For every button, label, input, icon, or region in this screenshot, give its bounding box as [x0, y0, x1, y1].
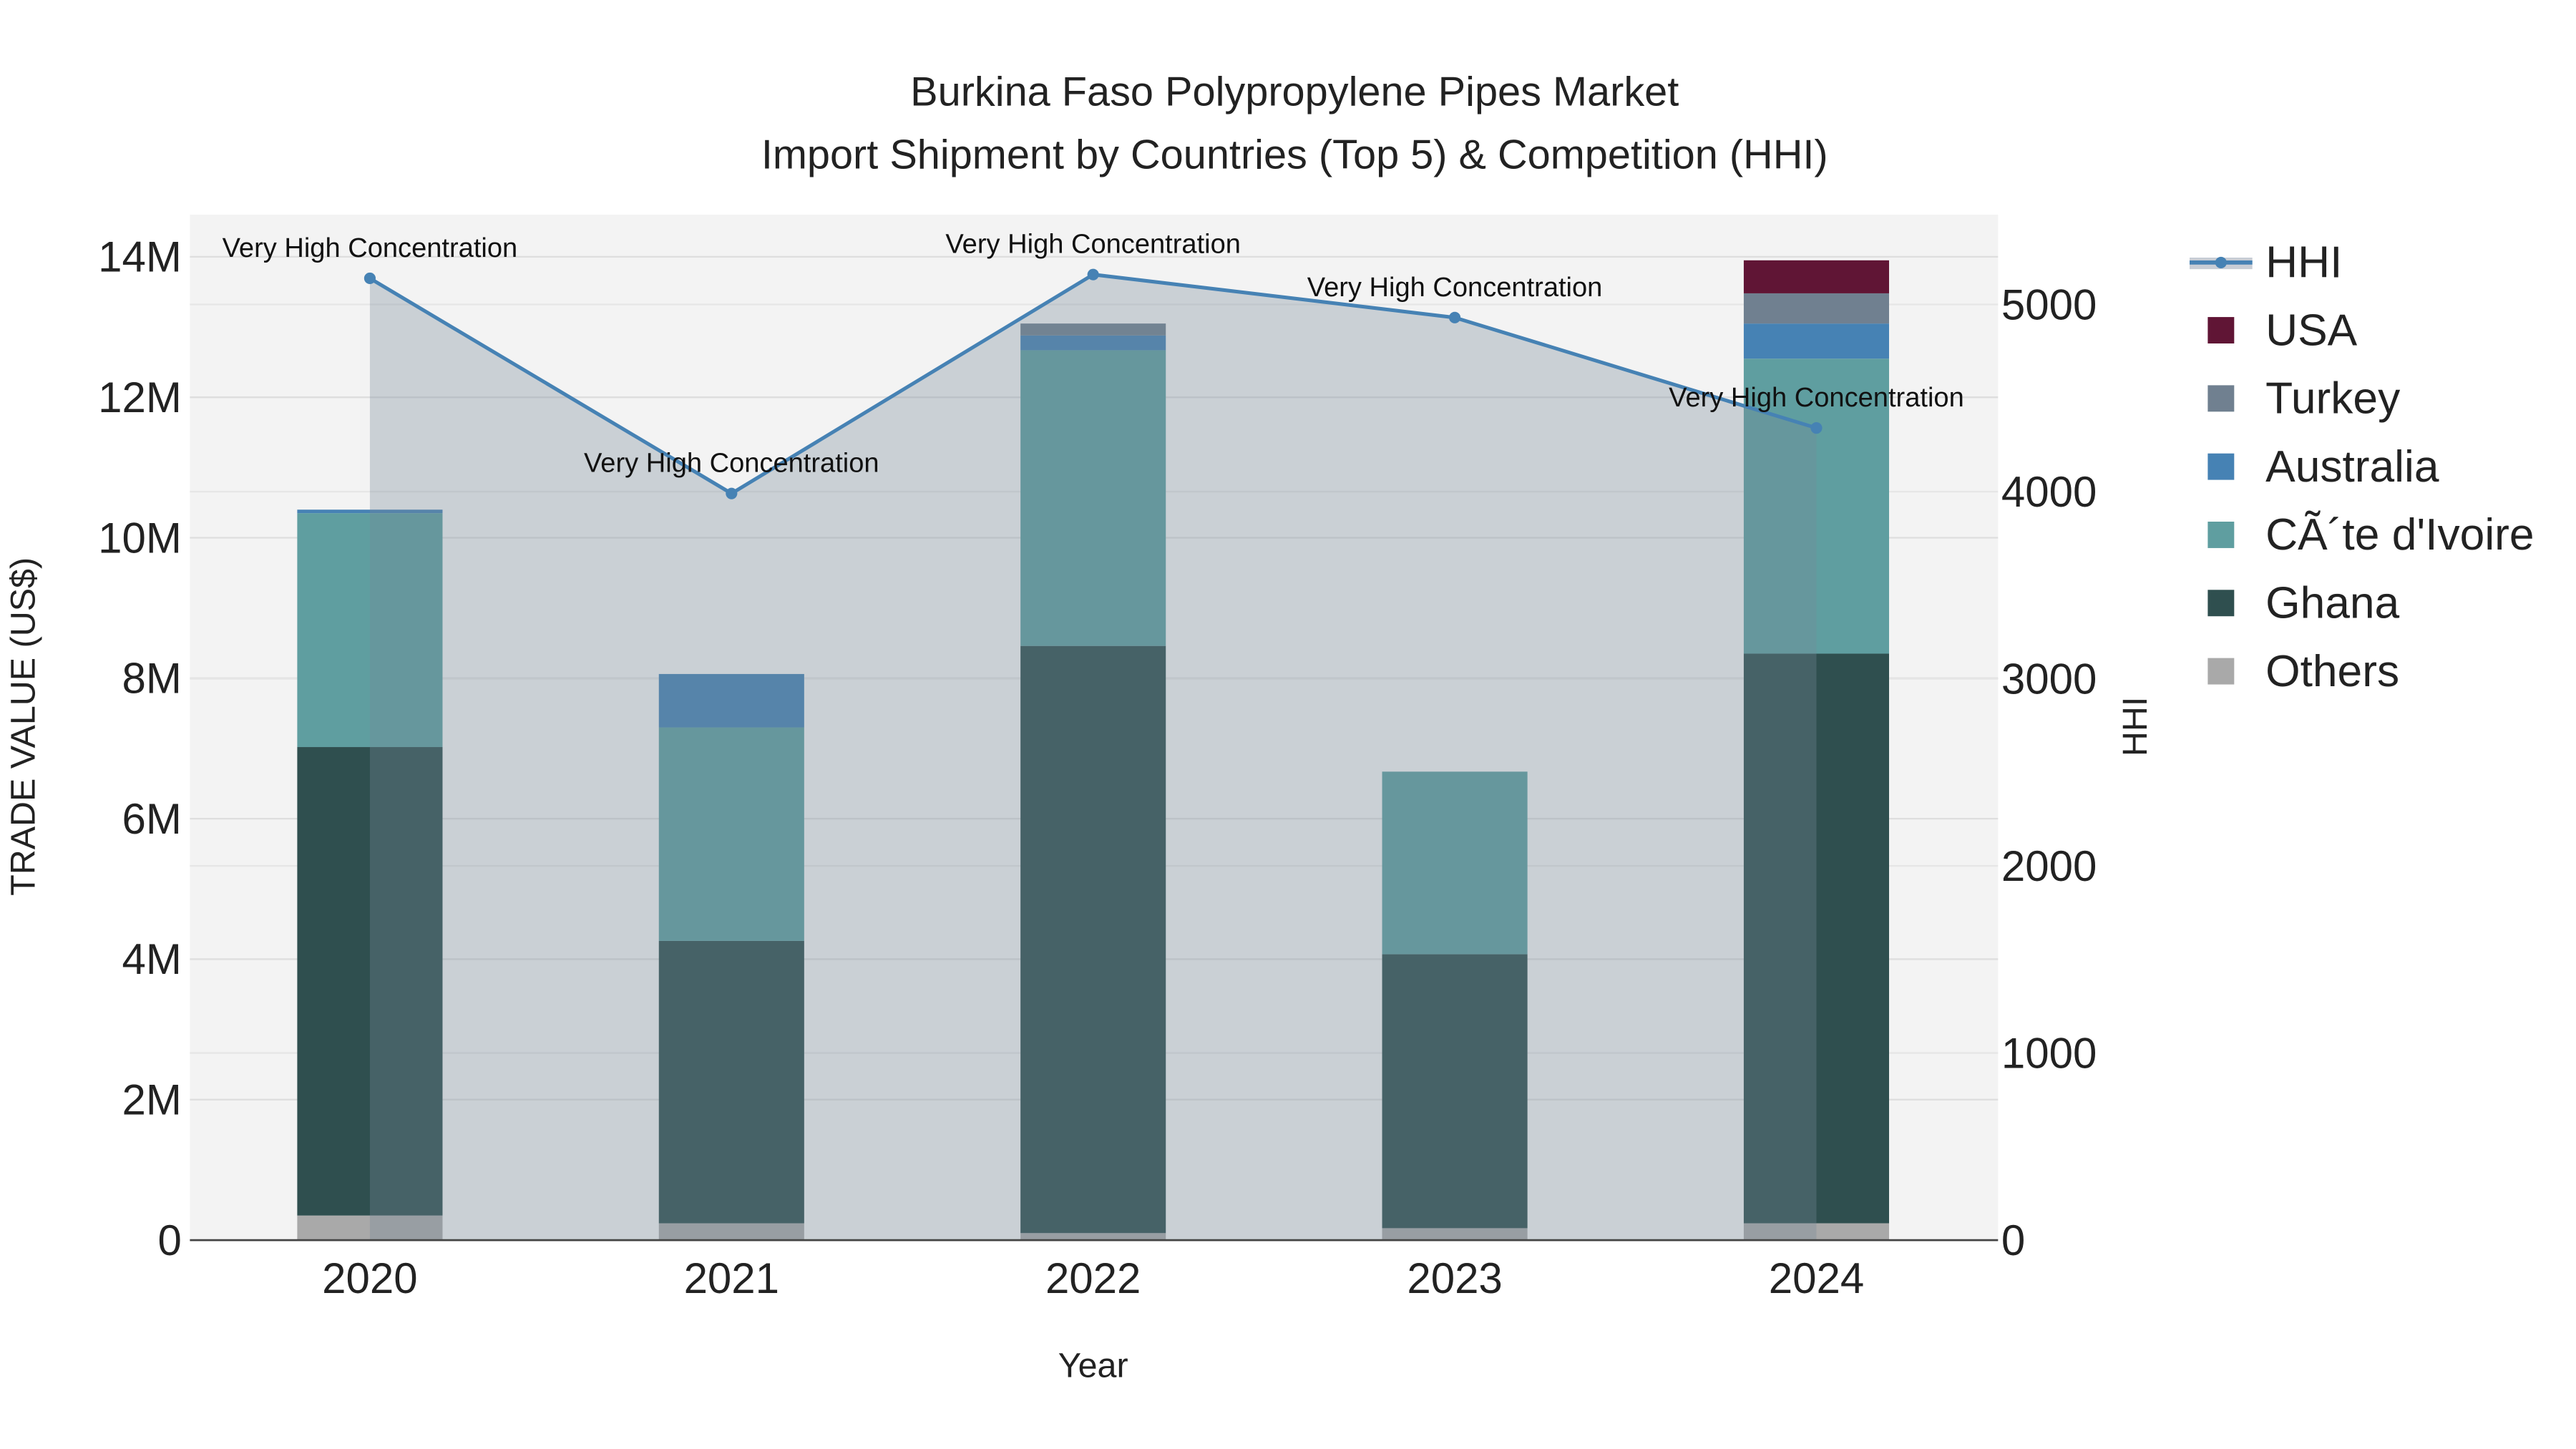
bar-usa-2024 — [1743, 260, 1889, 293]
hhi-point-2023 — [1449, 311, 1461, 323]
legend-label: CÃ´te d'Ivoire — [2265, 509, 2534, 560]
x-tick-label: 2021 — [684, 1254, 779, 1302]
y-tick-label: 2M — [122, 1076, 181, 1124]
y2-tick-label: 5000 — [2001, 280, 2097, 328]
legend-label: USA — [2265, 306, 2358, 355]
legend-label: Ghana — [2265, 579, 2399, 628]
y2-tick-label: 4000 — [2001, 468, 2097, 516]
y-tick-label: 8M — [122, 655, 181, 703]
y-tick-label: 10M — [98, 514, 182, 562]
legend-swatch-icon — [2207, 658, 2235, 685]
chart-title: Burkina Faso Polypropylene Pipes Market — [910, 69, 1679, 115]
y2-tick-label: 3000 — [2001, 655, 2097, 703]
x-tick-label: 2024 — [1769, 1254, 1864, 1302]
legend-swatch-icon — [2207, 522, 2235, 548]
hhi-annotation: Very High Concentration — [945, 230, 1241, 260]
hhi-point-2022 — [1087, 268, 1099, 280]
legend-label-hhi: HHI — [2265, 238, 2342, 288]
y-tick-label: 4M — [122, 935, 181, 983]
hhi-annotation: Very High Concentration — [223, 233, 518, 263]
x-axis-title: Year — [1058, 1347, 1128, 1385]
y-tick-label: 14M — [98, 233, 182, 281]
legend-swatch-icon — [2207, 385, 2235, 412]
bar-turkey-2024 — [1743, 293, 1889, 324]
y2-tick-label: 2000 — [2001, 842, 2097, 890]
legend-swatch-icon — [2207, 590, 2235, 617]
x-tick-label: 2022 — [1045, 1254, 1141, 1302]
y-axis-title: TRADE VALUE (US$) — [4, 557, 42, 896]
legend-hhi-marker-icon — [2215, 256, 2227, 268]
x-tick-label: 2020 — [322, 1254, 417, 1302]
y2-tick-label: 0 — [2001, 1216, 2025, 1264]
hhi-area — [369, 274, 1817, 1241]
y-tick-label: 12M — [98, 374, 182, 421]
y-tick-label: 6M — [122, 795, 181, 843]
bar-australia-2024 — [1743, 323, 1889, 359]
y2-tick-label: 1000 — [2001, 1029, 2097, 1077]
hhi-point-2024 — [1810, 422, 1823, 434]
hhi-point-2021 — [726, 487, 738, 499]
legend-label: Others — [2265, 647, 2399, 696]
chart-subtitle: Import Shipment by Countries (Top 5) & C… — [761, 132, 1828, 177]
hhi-annotation: Very High Concentration — [1669, 383, 1964, 413]
legend-swatch-icon — [2207, 453, 2235, 480]
x-tick-label: 2023 — [1407, 1254, 1502, 1302]
hhi-point-2020 — [364, 272, 376, 284]
chart: Very High Concentration Very High Concent… — [4, 69, 2534, 1385]
legend-swatch-icon — [2207, 317, 2235, 343]
legend-label: Turkey — [2265, 374, 2401, 424]
hhi-annotation: Very High Concentration — [1307, 273, 1603, 303]
y2-axis-title: HHI — [2116, 697, 2155, 756]
y-tick-label: 0 — [157, 1216, 181, 1264]
legend-label: Australia — [2265, 442, 2439, 492]
hhi-annotation: Very High Concentration — [584, 449, 879, 479]
